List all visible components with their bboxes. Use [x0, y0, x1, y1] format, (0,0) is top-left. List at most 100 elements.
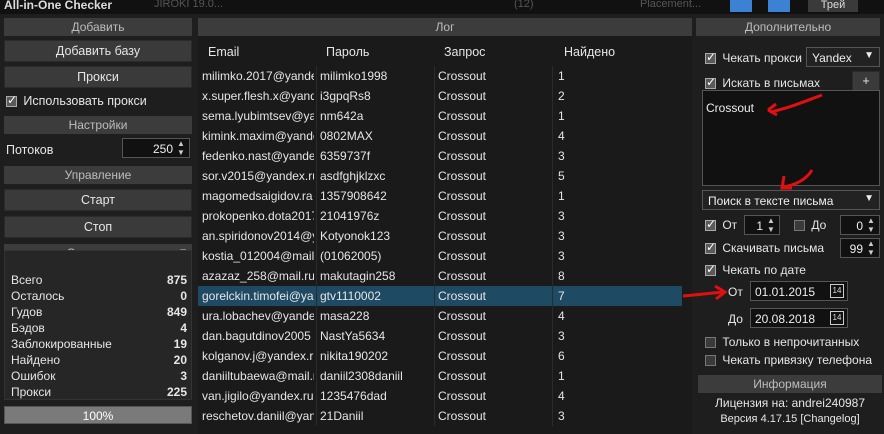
stats-row: Всего 875: [11, 273, 187, 289]
column-header-email[interactable]: Email: [208, 45, 239, 59]
use-proxy-checkbox[interactable]: [6, 93, 17, 108]
download-letters-checkbox[interactable]: [705, 240, 716, 255]
cell-password: nm642a: [320, 109, 364, 123]
check-proxy-checkbox[interactable]: [705, 50, 716, 65]
column-divider: [316, 266, 317, 286]
proxy-provider-select[interactable]: Yandex ▼: [806, 47, 880, 67]
check-phone-checkbox[interactable]: [705, 355, 716, 367]
cell-query: Crossout: [438, 209, 487, 223]
check-by-date-option[interactable]: Чекать по дате: [705, 262, 806, 277]
log-scrollbar[interactable]: [682, 66, 692, 434]
column-divider: [552, 86, 553, 106]
table-row[interactable]: kostia_012004@mail.ru (01062005) Crossout 3: [198, 246, 692, 266]
use-proxy-label: Использовать прокси: [23, 94, 147, 108]
check-phone-label: Чекать привязку телефона: [722, 353, 873, 367]
date-to-picker[interactable]: 20.08.2018 14: [750, 308, 848, 328]
cell-found: 3: [558, 209, 565, 223]
table-row[interactable]: milimko.2017@yandex.ru milimko1998 Crossou…: [198, 66, 692, 86]
table-row[interactable]: x.super.flesh.x@yandex.ru i3gpqRs8 Crossou…: [198, 86, 692, 106]
column-header-query[interactable]: Запрос: [444, 45, 485, 59]
table-row[interactable]: sema.lyubimtsev@yandex.ru nm642a Crossout 1: [198, 106, 692, 126]
to-count-checkbox[interactable]: [794, 220, 805, 232]
table-row[interactable]: sor.v2015@yandex.ru asdfghjklzxc Crossout 5: [198, 166, 692, 186]
stop-button[interactable]: Стоп: [4, 216, 192, 238]
check-by-date-checkbox[interactable]: [705, 262, 716, 277]
calendar-icon[interactable]: 14: [830, 284, 844, 298]
stepper-arrows-icon-2[interactable]: ▲ ▼: [765, 216, 777, 234]
stats-row: Прокси 225: [11, 385, 187, 401]
from-count-option[interactable]: От: [705, 217, 738, 232]
stepper-arrows-icon-3[interactable]: ▲ ▼: [865, 216, 877, 234]
table-row[interactable]: prokopenko.dota2017 21041976z Crossout 3: [198, 206, 692, 226]
stats-value: 19: [173, 337, 187, 351]
table-row[interactable]: kolganov.j@yandex.ru nikita190202 Crossout…: [198, 346, 692, 366]
add-query-button[interactable]: +: [852, 71, 880, 91]
column-divider: [316, 326, 317, 346]
add-database-button[interactable]: Добавить базу: [4, 40, 192, 62]
window-maximize-button[interactable]: [768, 0, 790, 12]
column-divider: [434, 66, 435, 86]
table-row[interactable]: kimink.maxim@yandex.ru 0802MAX Crossout 4: [198, 126, 692, 146]
stats-label: Найдено: [11, 353, 61, 367]
cell-password: 1235476dad: [320, 389, 387, 403]
to-count-stepper[interactable]: 0 ▲ ▼: [840, 215, 880, 235]
tray-button[interactable]: Трей: [808, 0, 858, 12]
cell-query: Crossout: [438, 329, 487, 343]
cell-email: kolganov.j@yandex.ru: [202, 349, 314, 363]
table-row[interactable]: fedenko.nast@yandex.ru 6359737f Crossout 3: [198, 146, 692, 166]
cell-found: 7: [558, 289, 565, 303]
from-count-checkbox[interactable]: [705, 217, 716, 232]
download-letters-option[interactable]: Скачивать письма: [705, 240, 824, 255]
column-header-password[interactable]: Пароль: [326, 45, 369, 59]
column-divider: [552, 366, 553, 386]
table-row[interactable]: reschetov.daniil@yandex.ru 21Daniil Crosso…: [198, 406, 692, 426]
search-query-textarea[interactable]: Crossout: [702, 90, 880, 186]
check-proxy-option[interactable]: Чекать прокси: [705, 50, 802, 65]
only-unread-checkbox[interactable]: [705, 337, 716, 349]
search-in-letters-option[interactable]: Искать в письмах: [705, 75, 820, 90]
log-table[interactable]: Email Пароль Запрос Найдено milimko.2017…: [198, 36, 692, 434]
only-unread-label: Только в непрочитанных: [722, 335, 860, 349]
log-section-header: Лог: [198, 18, 692, 36]
column-divider: [552, 246, 553, 266]
only-unread-option[interactable]: Только в непрочитанных: [705, 335, 859, 349]
table-row[interactable]: gorelckin.timofei@yandex.ru gtv1110002 Cro…: [198, 286, 692, 306]
from-count-label: От: [722, 218, 738, 232]
stepper-arrows-icon[interactable]: ▲ ▼: [175, 139, 187, 157]
from-count-stepper[interactable]: 1 ▲ ▼: [744, 215, 780, 235]
stats-row: Осталось 0: [11, 289, 187, 305]
table-row[interactable]: daniiltubaewa@mail.ru daniil2308daniil Cro…: [198, 366, 692, 386]
chevron-down-icon: ▼: [864, 50, 874, 61]
table-row[interactable]: an.spiridonov2014@y Kotyonok123 Crossout 3: [198, 226, 692, 246]
table-row[interactable]: dan.bagutdinov2005 NastYa5634 Crossout 3: [198, 326, 692, 346]
stepper-arrows-icon-4[interactable]: ▲ ▼: [865, 239, 877, 257]
date-from-picker[interactable]: 01.01.2015 14: [750, 281, 848, 301]
column-divider: [316, 66, 317, 86]
cell-email: an.spiridonov2014@y: [202, 229, 314, 243]
table-row[interactable]: azazaz_258@mail.ru makutagin258 Crossout 8: [198, 266, 692, 286]
cell-email: dan.bagutdinov2005: [202, 329, 311, 343]
cell-email: prokopenko.dota2017: [202, 209, 314, 223]
download-count-stepper[interactable]: 99 ▲ ▼: [840, 238, 880, 258]
proxy-button[interactable]: Прокси: [4, 66, 192, 88]
extra-section-header: Дополнительно: [696, 18, 880, 36]
use-proxy-option[interactable]: Использовать прокси: [6, 93, 147, 108]
table-row[interactable]: magomedsaigidov.ra 1357908642 Crossout 1: [198, 186, 692, 206]
search-in-letters-checkbox[interactable]: [705, 75, 716, 90]
check-phone-option[interactable]: Чекать привязку телефона: [705, 353, 872, 367]
version-text[interactable]: Версия 4.17.15 [Changelog]: [698, 413, 882, 425]
column-divider: [434, 86, 435, 106]
table-row[interactable]: van.jigilo@yandex.ru 1235476dad Crossout 4: [198, 386, 692, 406]
start-button[interactable]: Старт: [4, 189, 192, 211]
cell-email: van.jigilo@yandex.ru: [202, 389, 314, 403]
threads-stepper[interactable]: 250 ▲ ▼: [122, 138, 190, 158]
table-row[interactable]: ura.lobachev@yandex.ru masa228 Crossout 4: [198, 306, 692, 326]
search-mode-select[interactable]: Поиск в тексте письма ▼: [702, 190, 880, 210]
to-count-option[interactable]: До: [794, 218, 826, 232]
column-divider: [316, 306, 317, 326]
cell-email: kostia_012004@mail.ru: [202, 249, 314, 263]
column-header-found[interactable]: Найдено: [564, 45, 615, 59]
cell-password: masa228: [320, 309, 370, 323]
window-minimize-button[interactable]: [730, 0, 752, 12]
calendar-icon-2[interactable]: 14: [830, 311, 844, 325]
